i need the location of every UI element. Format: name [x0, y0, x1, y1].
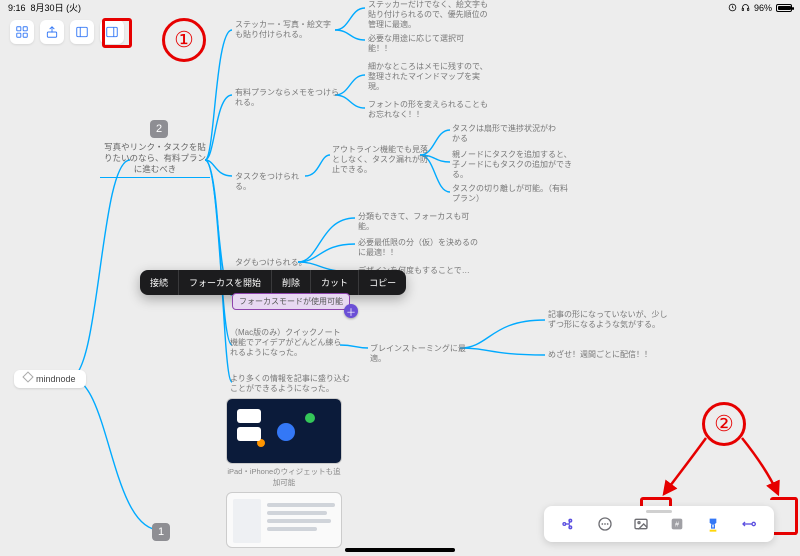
- context-menu: 接続 フォーカスを開始 削除 カット コピー: [140, 270, 406, 295]
- node-sticker-sub2[interactable]: 必要な用途に応じて選択可能！！: [368, 34, 478, 54]
- node-brainstorm[interactable]: ブレインストーミングに最適。: [370, 344, 470, 364]
- node-sticker[interactable]: ステッカー・写真・絵文字も貼り付けられる。: [235, 20, 335, 40]
- node-task-sub1a[interactable]: タスクは扇形で進捗状況がわかる: [452, 124, 562, 144]
- branch-badge-2: 2: [150, 120, 168, 138]
- branch-2-title[interactable]: 写真やリンク・タスクを貼りたいのなら、有料プランに進むべき: [100, 142, 210, 178]
- bottom-toolbar: #: [544, 506, 774, 542]
- node-task[interactable]: タスクをつけられる。: [235, 172, 310, 192]
- toolbar-drag-handle[interactable]: [646, 510, 672, 513]
- node-quicknote[interactable]: （Mac版のみ）クイックノート機能でアイデアがどんどん練られるようになった。: [230, 328, 345, 358]
- annotation-circle-2: ②: [702, 402, 746, 446]
- node-task-sub1[interactable]: アウトライン機能でも見落としなく、タスク漏れが防止できる。: [332, 145, 432, 175]
- status-time: 9:16: [8, 3, 26, 13]
- root-node[interactable]: mindnode: [14, 370, 86, 388]
- ctx-cut[interactable]: カット: [311, 270, 359, 295]
- node-task-sub1b[interactable]: 親ノードにタスクを追加すると、子ノードにもタスクの追加ができる。: [452, 150, 572, 180]
- node-task-sub1c[interactable]: タスクの切り離しが可能。（有料プラン）: [452, 184, 572, 204]
- node-memo-sub1[interactable]: 細かなところはメモに残すので、整理されたマインドマップを実現。: [368, 62, 488, 92]
- node-category[interactable]: 分類もできて、フォーカスも可能。: [358, 212, 478, 232]
- node-brainstorm-sub2[interactable]: めざせ！週間ごとに配信！！: [548, 350, 668, 360]
- node-tag[interactable]: タグもつけられる。: [235, 258, 310, 268]
- node-memo-sub2[interactable]: フォントの形を変えられることもお忘れなく！！: [368, 100, 488, 120]
- widget-caption: iPad・iPhoneのウィジェットも追加可能: [224, 466, 344, 488]
- tag-button[interactable]: #: [668, 515, 686, 533]
- view-grid-button[interactable]: [10, 20, 34, 44]
- screenshot-thumb-dark[interactable]: [226, 398, 342, 464]
- ctx-copy[interactable]: コピー: [359, 270, 406, 295]
- headphones-icon: [741, 3, 750, 12]
- outline-button[interactable]: [70, 20, 94, 44]
- battery-percent: 96%: [754, 3, 772, 13]
- node-brainstorm-sub1[interactable]: 記事の形になっていないが、少しずつ形になるような気がする。: [548, 310, 668, 330]
- home-indicator: [345, 548, 455, 552]
- layout-button[interactable]: [560, 515, 578, 533]
- screenshot-thumb-light[interactable]: [226, 492, 342, 548]
- ctx-connect[interactable]: 接続: [140, 270, 179, 295]
- annotation-circle-1: ①: [162, 18, 206, 62]
- annotation-box-1: [102, 18, 132, 48]
- node-sticker-sub1[interactable]: ステッカーだけでなく、絵文字も貼り付けられるので、優先順位の管理に最適。: [368, 0, 488, 30]
- node-memo[interactable]: 有料プランならメモをつけられる。: [235, 88, 345, 108]
- selected-node-focus-mode[interactable]: フォーカスモードが使用可能: [232, 293, 350, 310]
- annotation-box-right: [770, 497, 798, 535]
- branch-badge-1: 1: [152, 523, 170, 541]
- highlighter-button[interactable]: [704, 515, 722, 533]
- add-child-button[interactable]: ＋: [344, 304, 358, 318]
- ctx-focus-start[interactable]: フォーカスを開始: [179, 270, 272, 295]
- image-button[interactable]: [632, 515, 650, 533]
- battery-icon: [776, 4, 792, 12]
- more-button[interactable]: [596, 515, 614, 533]
- node-more-info[interactable]: より多くの情報を記事に盛り込むことができるようになった。: [230, 374, 350, 394]
- connect-nodes-button[interactable]: [740, 515, 758, 533]
- orientation-lock-icon: [728, 3, 737, 12]
- status-date: 8月30日 (火): [31, 3, 82, 13]
- node-minimum[interactable]: 必要最低限の分（仮）を決めるのに最適！！: [358, 238, 478, 258]
- share-button[interactable]: [40, 20, 64, 44]
- ctx-delete[interactable]: 削除: [272, 270, 311, 295]
